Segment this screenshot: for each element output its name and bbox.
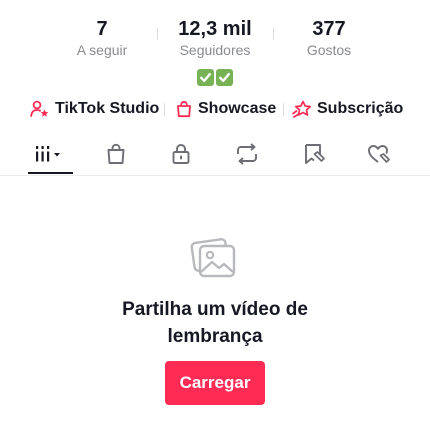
likes-label: Gostos	[306, 42, 352, 58]
check-mark-icon	[216, 69, 233, 86]
showcase-label: Showcase	[198, 100, 277, 117]
tiktok-studio-label: TikTok Studio	[55, 100, 160, 117]
link-divider	[164, 103, 165, 116]
shopping-bag-icon	[107, 143, 125, 164]
stat-divider	[273, 28, 274, 40]
empty-state-title-line: lembrança	[167, 326, 263, 347]
following-stat[interactable]: 7 A seguir	[47, 18, 157, 59]
likes-count: 377	[312, 18, 346, 40]
stat-divider	[157, 28, 158, 40]
lock-icon	[172, 144, 190, 164]
active-tab-indicator	[28, 172, 73, 174]
shopping-bag-icon	[177, 100, 191, 118]
followers-label: Seguidores	[179, 42, 251, 58]
tab-favorites[interactable]	[292, 139, 336, 169]
subscription-label: Subscrição	[317, 100, 404, 117]
following-count: 7	[96, 18, 108, 40]
person-star-icon	[30, 100, 49, 117]
bookmark-icon	[305, 144, 325, 164]
empty-state-title: Partilha um vídeo de lembrança	[0, 296, 430, 350]
showcase-link[interactable]: Showcase	[175, 98, 276, 120]
videos-grid-icon	[36, 146, 60, 162]
following-label: A seguir	[76, 42, 128, 58]
tab-shop[interactable]	[94, 139, 138, 169]
tab-reposts[interactable]	[225, 139, 269, 169]
link-divider	[283, 103, 284, 116]
empty-state-title-line: Partilha um vídeo de	[122, 299, 308, 320]
followers-stat[interactable]: 12,3 mil Seguidores	[160, 18, 270, 59]
tab-videos[interactable]	[28, 139, 72, 169]
tab-liked[interactable]	[357, 139, 401, 169]
subscription-link[interactable]: Subscrição	[292, 98, 403, 120]
photo-stack-icon	[190, 238, 236, 278]
followers-count: 12,3 mil	[178, 18, 252, 40]
repost-icon	[237, 143, 257, 165]
profile-stats: 7 A seguir 12,3 mil Seguidores 377 Gosto…	[0, 18, 430, 60]
upload-button[interactable]: Carregar	[165, 361, 265, 405]
check-mark-icon	[197, 69, 214, 86]
liked-heart-icon	[368, 145, 390, 163]
tab-private[interactable]	[159, 139, 203, 169]
profile-links: TikTok Studio Showcase Subscrição	[0, 98, 430, 120]
bio-emoji: ✅✅	[0, 69, 430, 89]
subscription-star-icon	[292, 100, 312, 118]
tiktok-studio-link[interactable]: TikTok Studio	[30, 98, 159, 120]
likes-stat[interactable]: 377 Gostos	[274, 18, 384, 59]
profile-tabs	[0, 136, 430, 176]
